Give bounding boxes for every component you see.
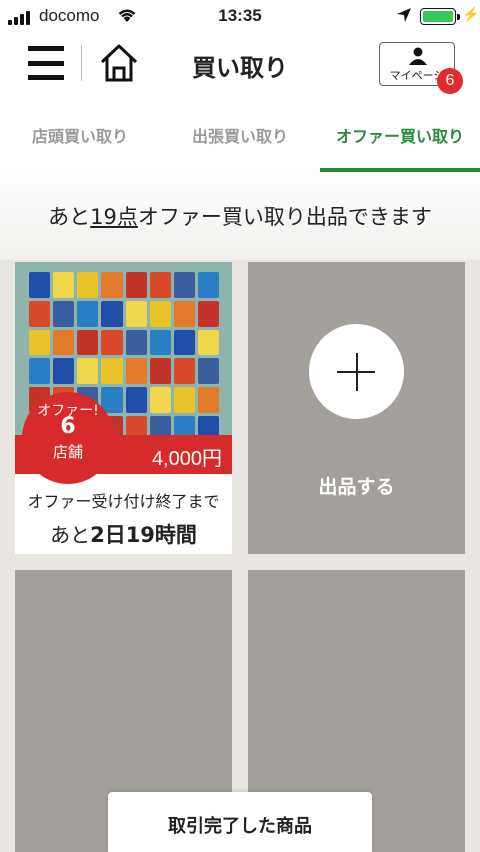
- remaining-prefix: あと: [50, 523, 91, 547]
- add-listing-button[interactable]: 出品する: [248, 262, 465, 554]
- status-bar: docomo 13:35 ⚡: [0, 0, 480, 34]
- offer-unit: 店舗: [52, 443, 83, 461]
- notice-prefix: あと: [48, 205, 91, 229]
- listing-remaining-notice: あと19点オファー買い取り出品できます: [0, 201, 480, 231]
- remaining-time: あと2日19時間: [15, 519, 232, 549]
- charging-bolt-icon: ⚡: [462, 6, 480, 22]
- deadline-label: オファー受け付け終了まで: [27, 492, 220, 511]
- offer-count: 6: [60, 414, 76, 439]
- add-listing-label: 出品する: [318, 476, 395, 498]
- location-arrow-icon: [396, 7, 412, 28]
- notice-count: 19点: [90, 205, 138, 229]
- completed-transactions-button[interactable]: 取引完了した商品: [108, 792, 372, 852]
- offer-count-badge: オファー! 6 店舗: [22, 392, 114, 484]
- app-header: 買い取り マイページ 6: [0, 34, 480, 96]
- tab-visit-purchase[interactable]: 出張買い取り: [160, 96, 320, 172]
- listing-card[interactable]: 4,000円 オファー! 6 店舗 オファー受け付け終了まで あと2日19時間: [15, 262, 232, 554]
- plus-icon: [309, 324, 404, 419]
- person-icon: [409, 47, 427, 69]
- remaining-value: 2日19時間: [90, 523, 197, 547]
- tab-store-purchase[interactable]: 店頭買い取り: [0, 96, 160, 172]
- notice-suffix: オファー買い取り出品できます: [137, 205, 432, 229]
- listing-price: 4,000円: [151, 448, 222, 470]
- tab-offer-purchase[interactable]: オファー買い取り: [320, 96, 480, 172]
- battery-icon: [420, 8, 460, 25]
- tab-bar: 店頭買い取り 出張買い取り オファー買い取り: [0, 96, 480, 172]
- notification-badge: 6: [437, 68, 463, 94]
